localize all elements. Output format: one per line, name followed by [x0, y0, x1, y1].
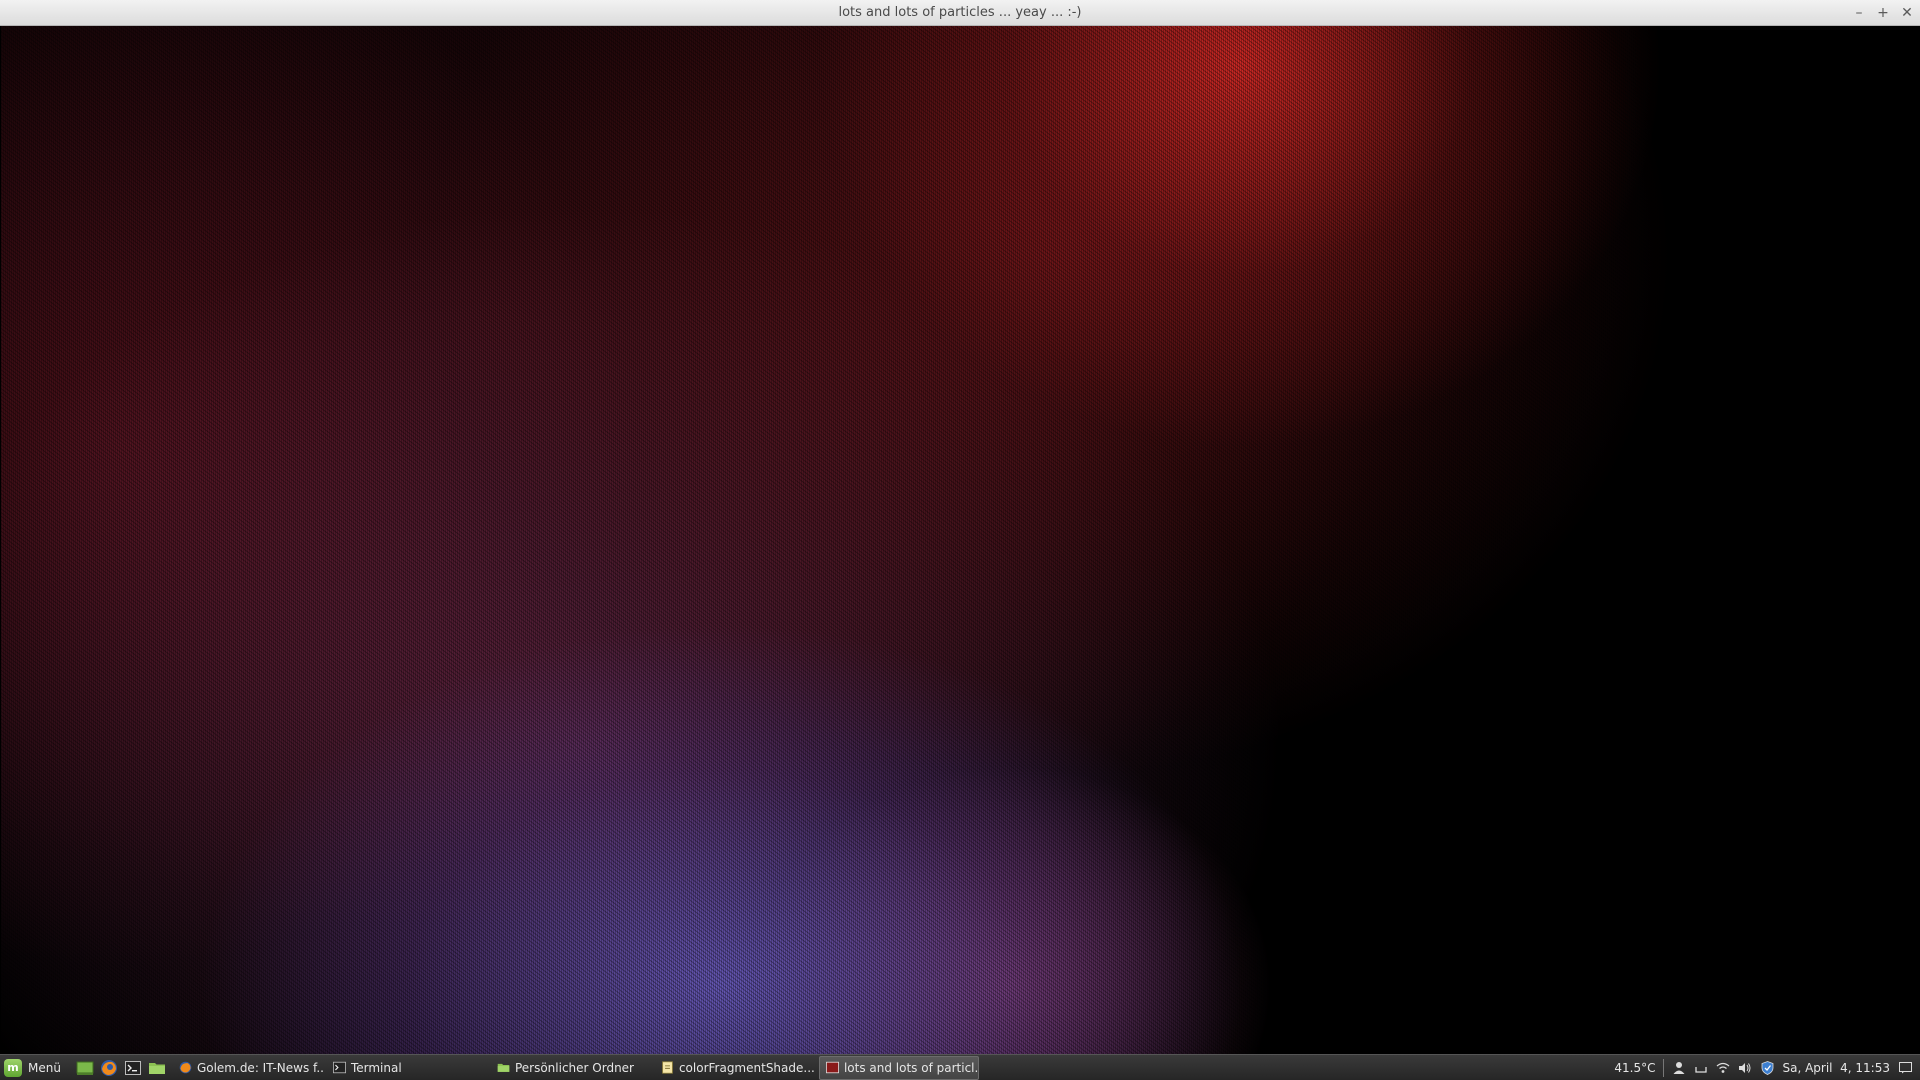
start-menu-label: Menü [28, 1060, 61, 1075]
shield-update-icon[interactable] [1760, 1060, 1774, 1075]
task-label: Terminal [350, 1060, 402, 1075]
task-label: Golem.de: IT-News f... [196, 1060, 323, 1075]
terminal-icon[interactable] [123, 1058, 143, 1078]
system-tray: 41.5°C Sa, April 4, 11:53 [1614, 1056, 1920, 1080]
volume-icon[interactable] [1738, 1061, 1752, 1075]
task-particles-window[interactable]: lots and lots of particl... [818, 1055, 979, 1080]
task-shader-editor[interactable]: colorFragmentShade... [655, 1056, 815, 1080]
task-home-folder[interactable]: Persönlicher Ordner [491, 1056, 651, 1080]
terminal-icon [332, 1061, 346, 1074]
keyboard-layout-icon[interactable] [1694, 1061, 1708, 1075]
app-window: lots and lots of particles ... yeay ... … [0, 0, 1920, 1054]
task-label: colorFragmentShade... [678, 1060, 815, 1075]
window-titlebar[interactable]: lots and lots of particles ... yeay ... … [0, 0, 1920, 26]
firefox-icon [179, 1061, 192, 1074]
app-window-icon [825, 1061, 839, 1074]
clock[interactable]: Sa, April 4, 11:53 [1782, 1061, 1890, 1075]
particle-canvas[interactable] [1, 26, 1919, 1054]
taskbar: m Menü Golem.de: IT-News f... Terminal P… [0, 1054, 1920, 1080]
close-button[interactable]: ✕ [1900, 6, 1914, 20]
task-terminal[interactable]: Terminal [327, 1056, 487, 1080]
task-label: Persönlicher Ordner [514, 1060, 634, 1075]
cpu-temperature[interactable]: 41.5°C [1614, 1061, 1655, 1075]
show-desktop-icon[interactable] [75, 1058, 95, 1078]
tray-separator [1663, 1058, 1665, 1077]
quick-launch [69, 1058, 173, 1078]
folder-icon [497, 1061, 510, 1074]
maximize-button[interactable]: + [1876, 6, 1890, 20]
task-label: lots and lots of particl... [843, 1060, 979, 1075]
wifi-icon[interactable] [1716, 1061, 1730, 1075]
mint-logo-icon: m [4, 1058, 22, 1077]
user-icon[interactable] [1672, 1061, 1686, 1075]
particle-grain-overlay [1, 26, 1919, 1054]
window-title: lots and lots of particles ... yeay ... … [838, 5, 1082, 20]
notifications-icon[interactable] [1898, 1061, 1912, 1075]
task-golem[interactable]: Golem.de: IT-News f... [173, 1056, 323, 1080]
window-controls: – + ✕ [1852, 0, 1914, 26]
editor-icon [661, 1061, 674, 1074]
folder-icon[interactable] [147, 1058, 167, 1078]
firefox-icon[interactable] [99, 1058, 119, 1078]
start-menu-button[interactable]: m Menü [0, 1056, 69, 1080]
minimize-button[interactable]: – [1852, 6, 1866, 20]
